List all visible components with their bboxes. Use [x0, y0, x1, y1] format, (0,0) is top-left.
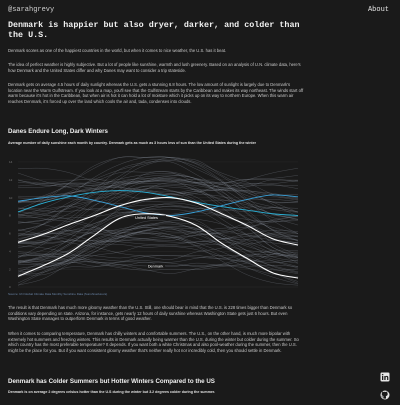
- chart-caption-sunshine: Average number of daily sunshine each mo…: [8, 141, 257, 145]
- temperature-paragraph: When it comes to comparing temperature, …: [8, 331, 299, 353]
- background-country-line: [17, 189, 299, 215]
- background-country-line: [17, 202, 299, 243]
- background-country-line: [17, 180, 299, 194]
- chart-source[interactable]: Source: UN Global Climate Data Monthly S…: [8, 292, 107, 296]
- denmark-label: Denmark: [148, 264, 164, 268]
- article-title: Denmark is happier but also dryer, darke…: [8, 20, 300, 40]
- sunlight-paragraph: Denmark gets on average 4.5 hours of dai…: [8, 82, 304, 104]
- chart-caption-temperature: Denmark is on average 2 degrees celsius …: [8, 390, 216, 394]
- gloomy-paragraph: The result is that Denmark has much more…: [8, 305, 293, 321]
- weather-paragraph: The idea of perfect weather is highly su…: [8, 62, 301, 73]
- y-tick-label: 0: [9, 285, 11, 289]
- y-tick-label: 6: [9, 232, 11, 236]
- background-country-line: [17, 176, 299, 232]
- united-states-label: United States: [135, 216, 158, 220]
- y-tick-label: 12: [9, 178, 13, 182]
- y-tick-label: 8: [9, 214, 11, 218]
- y-tick-label: 4: [9, 249, 11, 253]
- section-heading-temperature: Denmark has Colder Summers but Hotter Wi…: [8, 378, 215, 385]
- sunshine-chart-svg: 14 12 10 8 6 4 2 0 United States Denmark: [9, 156, 299, 289]
- background-country-line: [17, 178, 299, 184]
- section-heading-sunshine: Danes Endure Long, Dark Winters: [8, 128, 108, 135]
- top-bar: @sarahgrevy About: [0, 0, 400, 20]
- site-brand[interactable]: @sarahgrevy: [8, 6, 54, 14]
- y-tick-label: 10: [9, 196, 13, 200]
- github-icon[interactable]: [380, 387, 390, 400]
- y-tick-label: 14: [9, 160, 13, 164]
- sunshine-chart: 14 12 10 8 6 4 2 0 United States Denmark: [8, 147, 300, 297]
- linkedin-icon[interactable]: [380, 369, 390, 382]
- y-tick-label: 2: [9, 267, 11, 271]
- about-link[interactable]: About: [368, 6, 389, 14]
- intro-paragraph: Denmark scores as one of the happiest co…: [8, 48, 227, 53]
